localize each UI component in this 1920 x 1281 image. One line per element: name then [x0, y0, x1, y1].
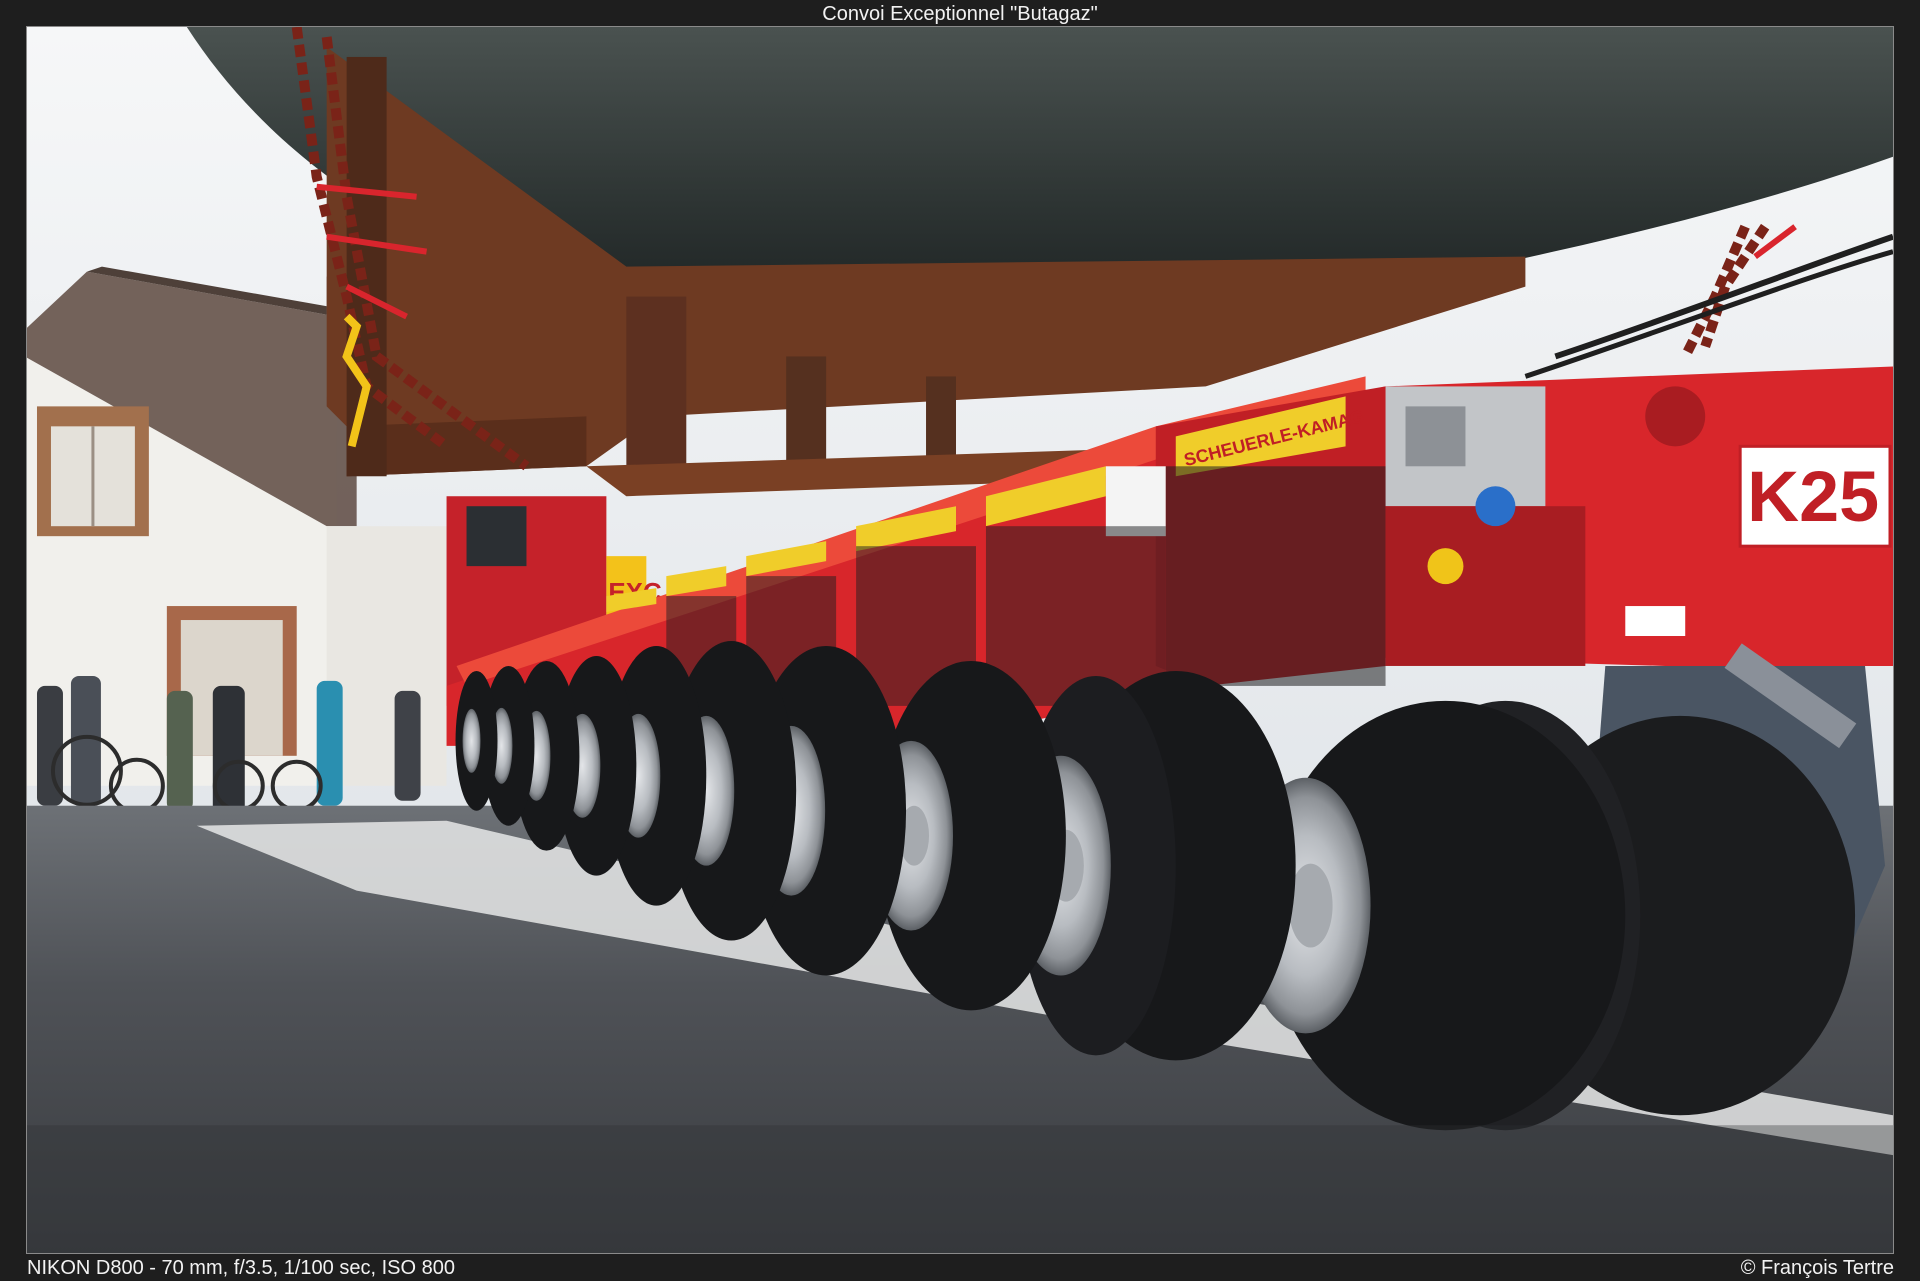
photo-frame: EXC SCHEUERLE-KAMAG K25	[26, 26, 1894, 1254]
convoy-photo: EXC SCHEUERLE-KAMAG K25	[27, 27, 1893, 1253]
k25-badge: K25	[1747, 457, 1879, 537]
photo-credit: © François Tertre	[1740, 1257, 1894, 1279]
photo-title: Convoi Exceptionnel "Butagaz"	[822, 3, 1098, 25]
camera-info: NIKON D800 - 70 mm, f/3.5, 1/100 sec, IS…	[27, 1257, 455, 1279]
wheel	[455, 670, 498, 811]
wheel	[1240, 700, 1856, 1131]
